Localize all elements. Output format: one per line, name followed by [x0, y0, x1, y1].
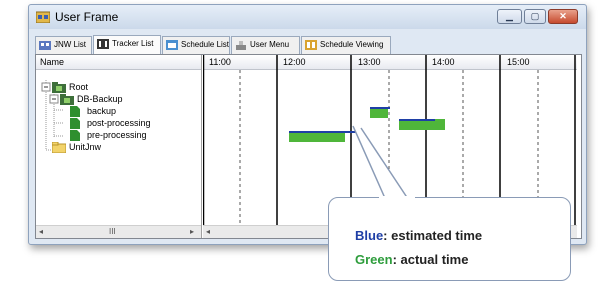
legend-green-word: Green: [355, 252, 393, 267]
legend-callout: Blue: estimated time Green: actual time: [328, 196, 571, 281]
legend-blue-line: Blue: estimated time: [355, 228, 482, 243]
legend-blue-text: : estimated time: [383, 228, 483, 243]
legend-blue-word: Blue: [355, 228, 384, 243]
legend-green-text: : actual time: [392, 252, 469, 267]
legend-green-line: Green: actual time: [355, 252, 468, 267]
